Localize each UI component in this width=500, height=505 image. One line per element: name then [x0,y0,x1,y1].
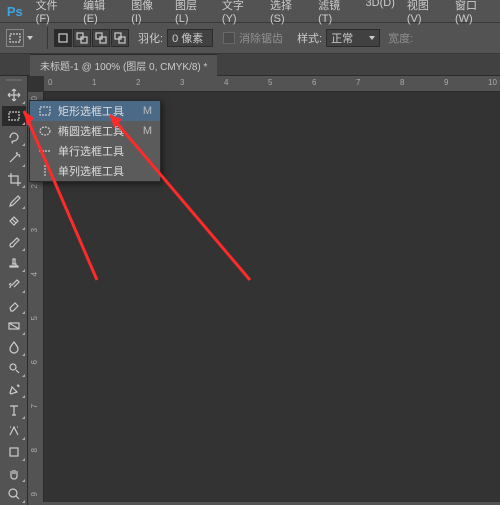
tool-blur[interactable] [2,337,26,357]
tool-type[interactable] [2,400,26,420]
feather-input[interactable] [167,29,213,47]
tool-shape[interactable] [2,442,26,462]
antialias-label: 消除锯齿 [239,30,283,46]
flyout-label: 单行选框工具 [58,143,138,159]
style-label: 样式: [297,30,322,46]
current-tool-icon[interactable] [6,29,24,47]
document-tab[interactable]: 未标题-1 @ 100% (图层 0, CMYK/8) * [30,54,217,76]
menu-item[interactable]: 图像(I) [125,0,169,25]
style-select[interactable]: 正常 [326,29,380,47]
chevron-down-icon[interactable] [27,36,33,40]
menubar: Ps 文件(F)编辑(E)图像(I)图层(L)文字(Y)选择(S)滤镜(T)3D… [0,0,500,22]
menu-item[interactable]: 滤镜(T) [312,0,359,25]
tool-stamp[interactable] [2,253,26,273]
flyout-shortcut: M [138,125,152,137]
menu-items: 文件(F)编辑(E)图像(I)图层(L)文字(Y)选择(S)滤镜(T)3D(D)… [30,0,500,25]
tool-dodge[interactable] [2,358,26,378]
selection-new-button[interactable] [54,29,72,47]
separator [47,27,48,49]
menu-item[interactable]: 视图(V) [401,0,449,25]
tab-title: 未标题-1 @ 100% (图层 0, CMYK/8) * [40,62,207,73]
tool-path[interactable] [2,421,26,441]
flyout-label: 单列选框工具 [58,163,138,179]
tool-move[interactable] [2,85,26,105]
menu-item[interactable]: 选择(S) [264,0,312,25]
ruler-horizontal: 012345678910 [44,76,500,92]
tool-zoom[interactable] [2,484,26,504]
selection-subtract-button[interactable] [92,29,110,47]
tool-eyedropper[interactable] [2,190,26,210]
flyout-label: 椭圆选框工具 [58,123,138,139]
menu-item[interactable]: 文字(Y) [216,0,264,25]
options-bar: 羽化: 消除锯齿 样式: 正常 宽度: [0,22,500,54]
tool-hand[interactable] [2,463,26,483]
antialias-checkbox [223,32,235,44]
flyout-item[interactable]: 单行选框工具 [30,141,160,161]
menu-item[interactable]: 3D(D) [360,0,401,25]
app-logo: Ps [0,0,30,22]
logo-text: Ps [7,4,23,19]
tool-eraser[interactable] [2,295,26,315]
feather-label: 羽化: [138,30,163,46]
tool-wand[interactable] [2,148,26,168]
tab-bar: 未标题-1 @ 100% (图层 0, CMYK/8) * [0,54,500,76]
menu-item[interactable]: 窗口(W) [449,0,500,25]
selection-add-button[interactable] [73,29,91,47]
style-value: 正常 [331,30,353,46]
menu-item[interactable]: 图层(L) [169,0,216,25]
flyout-shortcut: M [138,105,152,117]
tool-brush[interactable] [2,232,26,252]
width-label: 宽度: [388,30,413,46]
tools-list [0,85,27,504]
flyout-item[interactable]: 单列选框工具 [30,161,160,181]
menu-item[interactable]: 编辑(E) [77,0,125,25]
marquee-flyout[interactable]: 矩形选框工具M椭圆选框工具M单行选框工具单列选框工具 [29,100,161,182]
flyout-icon [36,144,54,158]
flyout-icon [36,124,54,138]
tool-lasso[interactable] [2,127,26,147]
tools-panel [0,76,28,505]
flyout-icon [36,104,54,118]
tool-crop[interactable] [2,169,26,189]
tool-marquee[interactable] [2,106,26,126]
flyout-icon [36,164,54,178]
menu-item[interactable]: 文件(F) [30,0,77,25]
tool-healing[interactable] [2,211,26,231]
selection-intersect-button[interactable] [111,29,129,47]
flyout-item[interactable]: 矩形选框工具M [30,101,160,121]
tool-history[interactable] [2,274,26,294]
tool-pen[interactable] [2,379,26,399]
tool-gradient[interactable] [2,316,26,336]
panel-handle[interactable] [0,76,27,84]
flyout-item[interactable]: 椭圆选框工具M [30,121,160,141]
flyout-label: 矩形选框工具 [58,103,138,119]
